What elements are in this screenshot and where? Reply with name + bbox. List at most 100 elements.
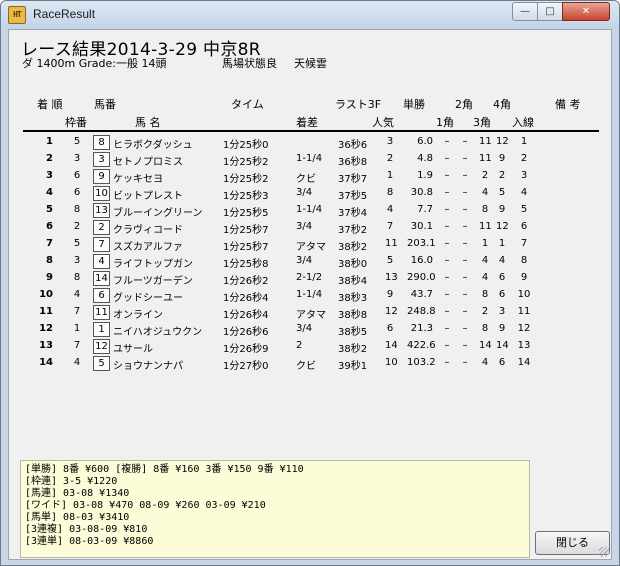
margin-cell: 3/4	[296, 221, 313, 232]
waku-cell: 4	[73, 357, 81, 368]
time-cell: 1分26秒6	[223, 327, 269, 338]
corner2-cell: –	[462, 204, 468, 215]
umaban-cell: 7	[93, 237, 110, 252]
payout-sanrentan: [3連単] 08-03-09 ¥8860	[25, 536, 154, 547]
payout-panel: [単勝] 8番 ¥600 [複勝] 8番 ¥160 3番 ¥150 9番 ¥11…	[20, 460, 530, 558]
ninki-cell: 12	[385, 306, 398, 317]
window-title: RaceResult	[33, 7, 96, 21]
odds-cell: 43.7	[410, 289, 433, 300]
table-row: 4 6 10 ビットプレスト 1分25秒3 3/4 37秒5 8 30.8– –4 5 4	[9, 185, 613, 202]
horse-name-cell: ビットプレスト	[113, 191, 183, 202]
corner2-cell: –	[462, 255, 468, 266]
nyusen-cell: 6	[520, 221, 528, 232]
title-bar[interactable]: HT RaceResult — □ ✕	[1, 1, 619, 29]
ninki-cell: 4	[386, 204, 394, 215]
horse-name-cell: ヒラボクダッシュ	[113, 140, 193, 151]
header-corner4: 4角	[493, 98, 511, 111]
corner2-cell: –	[462, 187, 468, 198]
rank-cell: 2	[46, 153, 53, 164]
waku-cell: 6	[73, 170, 81, 181]
corner2-cell: –	[462, 170, 468, 181]
corner1-cell: –	[444, 340, 450, 351]
nyusen-cell: 8	[520, 255, 528, 266]
resize-grip[interactable]	[599, 547, 609, 557]
horse-name-cell: スズカアルファ	[113, 242, 183, 253]
corner3-cell: 11	[479, 153, 492, 164]
time-cell: 1分25秒0	[223, 140, 269, 151]
payout-tansho-fukusho: [単勝] 8番 ¥600 [複勝] 8番 ¥160 3番 ¥150 9番 ¥11…	[25, 464, 304, 475]
corner1-cell: –	[444, 187, 450, 198]
corner1-cell: –	[444, 204, 450, 215]
header-corner3: 3角	[473, 116, 491, 129]
table-row: 7 5 7 スズカアルファ 1分25秒7 アタマ 38秒2 11 203.1– –1 1 7	[9, 236, 613, 253]
header-last3f: ラスト3F	[335, 98, 382, 111]
rank-cell: 13	[39, 340, 53, 351]
header-umaban: 馬番	[94, 98, 116, 111]
nyusen-cell: 13	[517, 340, 531, 351]
umaban-cell: 4	[93, 254, 110, 269]
table-row: 1 5 8 ヒラボクダッシュ 1分25秒0 36秒6 3 6.0– –11 12 1	[9, 134, 613, 151]
waku-cell: 5	[73, 136, 81, 147]
corner3-cell: 8	[481, 204, 489, 215]
time-cell: 1分27秒0	[223, 361, 269, 372]
margin-cell: 1-1/4	[296, 289, 323, 300]
horse-name-cell: ブルーイングリーン	[113, 208, 203, 219]
time-cell: 1分25秒2	[223, 157, 269, 168]
waku-cell: 6	[73, 187, 81, 198]
corner3-cell: 8	[481, 289, 489, 300]
corner3-cell: 4	[481, 187, 489, 198]
margin-cell: クビ	[296, 174, 316, 185]
margin-cell: アタマ	[296, 242, 326, 253]
ninki-cell: 1	[386, 170, 394, 181]
ninki-cell: 13	[385, 272, 398, 283]
corner4-cell: 3	[498, 306, 506, 317]
last3f-cell: 38秒4	[338, 276, 368, 287]
corner1-cell: –	[444, 170, 450, 181]
header-tansho: 単勝	[403, 98, 425, 111]
corner1-cell: –	[444, 289, 450, 300]
table-row: 2 3 3 セトノプロミス 1分25秒2 1-1/4 36秒8 2 4.8– –11 9 2	[9, 151, 613, 168]
nyusen-cell: 10	[517, 289, 531, 300]
last3f-cell: 38秒5	[338, 327, 368, 338]
header-chakusa: 着差	[296, 116, 318, 129]
payout-umaren: [馬連] 03-08 ¥1340	[25, 488, 130, 499]
table-row: 9 8 14 フルーツガーデン 1分26秒2 2-1/2 38秒4 13 290.0– –4 6 9	[9, 270, 613, 287]
horse-name-cell: オンライン	[113, 310, 163, 321]
time-cell: 1分25秒2	[223, 174, 269, 185]
umaban-cell: 11	[93, 305, 110, 320]
corner2-cell: –	[462, 221, 468, 232]
last3f-cell: 37秒4	[338, 208, 368, 219]
maximize-button[interactable]: □	[537, 2, 563, 21]
minimize-button[interactable]: —	[512, 2, 538, 21]
corner3-cell: 11	[479, 221, 492, 232]
table-row: 5 8 13 ブルーイングリーン 1分25秒5 1-1/4 37秒4 4 7.7– –8 9 5	[9, 202, 613, 219]
margin-cell: 3/4	[296, 323, 313, 334]
rank-cell: 5	[46, 204, 53, 215]
rank-cell: 8	[46, 255, 53, 266]
odds-cell: 422.6	[407, 340, 436, 351]
payout-sanrenpuku: [3連複] 03-08-09 ¥810	[25, 524, 148, 535]
track-condition: 馬場状態良	[222, 57, 277, 70]
umaban-cell: 3	[93, 152, 110, 167]
table-row: 8 3 4 ライフトップガン 1分25秒8 3/4 38秒0 5 16.0– –4 4 8	[9, 253, 613, 270]
corner2-cell: –	[462, 272, 468, 283]
last3f-cell: 38秒3	[338, 293, 368, 304]
rank-cell: 9	[46, 272, 53, 283]
corner4-cell: 5	[498, 187, 506, 198]
rank-cell: 10	[39, 289, 53, 300]
table-row: 11 7 11 オンライン 1分26秒4 アタマ 38秒8 12 248.8– –2 3 11	[9, 304, 613, 321]
corner2-cell: –	[462, 238, 468, 249]
header-divider	[23, 130, 599, 132]
waku-cell: 3	[73, 255, 81, 266]
corner2-cell: –	[462, 357, 468, 368]
nyusen-cell: 1	[520, 136, 528, 147]
umaban-cell: 1	[93, 322, 110, 337]
time-cell: 1分26秒4	[223, 310, 269, 321]
odds-cell: 290.0	[407, 272, 436, 283]
horse-name-cell: ライフトップガン	[113, 259, 193, 270]
umaban-cell: 2	[93, 220, 110, 235]
horse-name-cell: ショウナンナパ	[113, 361, 183, 372]
close-window-button[interactable]: ✕	[562, 2, 610, 21]
header-chakujun: 着 順	[37, 98, 63, 111]
last3f-cell: 39秒1	[338, 361, 368, 372]
